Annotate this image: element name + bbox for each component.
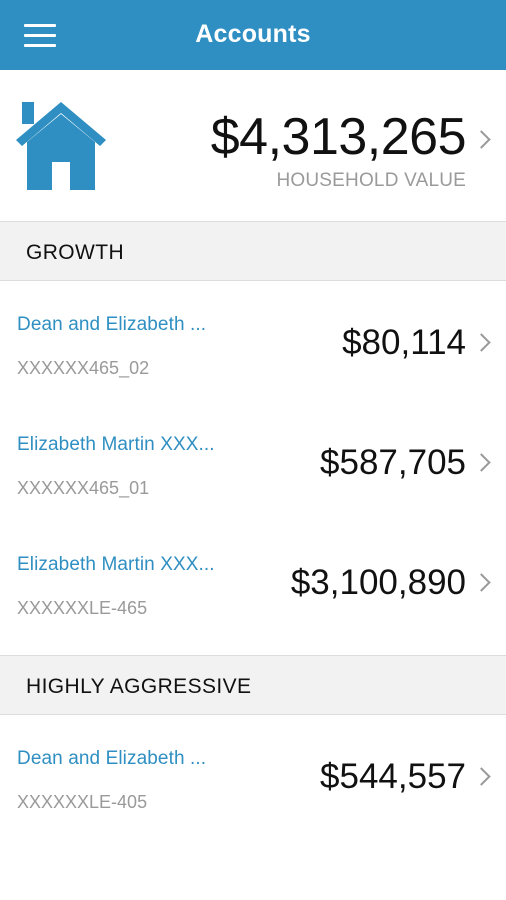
account-number: XXXXXXLE-405 — [17, 792, 148, 812]
chevron-right-icon — [472, 453, 491, 472]
account-number: XXXXXX465_02 — [17, 358, 150, 378]
account-row[interactable]: Elizabeth Martin XXX... XXXXXXLE-465 $3,… — [0, 521, 506, 641]
chevron-right-icon — [472, 333, 491, 352]
account-value: $3,100,890 — [290, 563, 466, 602]
household-value-amount: $4,313,265 — [210, 108, 467, 166]
account-value: $587,705 — [320, 443, 466, 482]
page-title: Accounts — [195, 20, 311, 48]
account-number: XXXXXXLE-465 — [17, 598, 148, 618]
chevron-right-icon — [472, 573, 491, 592]
house-icon — [16, 102, 106, 190]
chevron-right-icon — [472, 767, 491, 786]
section-header-highly-aggressive: HIGHLY AGGRESSIVE — [0, 655, 506, 715]
account-name: Dean and Elizabeth ... — [17, 748, 207, 769]
account-row[interactable]: Dean and Elizabeth ... XXXXXXLE-405 $544… — [0, 715, 506, 835]
chevron-right-icon — [472, 130, 491, 149]
account-name: Elizabeth Martin XXX... — [17, 434, 215, 455]
household-value-label: HOUSEHOLD VALUE — [276, 170, 466, 191]
account-number: XXXXXX465_01 — [17, 478, 150, 498]
section-header-growth: GROWTH — [0, 221, 506, 281]
account-row[interactable]: Elizabeth Martin XXX... XXXXXX465_01 $58… — [0, 401, 506, 521]
top-app-bar: Accounts — [0, 0, 506, 70]
account-value: $544,557 — [320, 757, 466, 796]
section-title: GROWTH — [26, 241, 125, 264]
account-name: Dean and Elizabeth ... — [17, 314, 207, 335]
household-value-row[interactable]: $4,313,265 HOUSEHOLD VALUE — [0, 70, 506, 221]
account-name: Elizabeth Martin XXX... — [17, 554, 215, 575]
account-value: $80,114 — [342, 323, 466, 362]
account-row[interactable]: Dean and Elizabeth ... XXXXXX465_02 $80,… — [0, 281, 506, 401]
section-title: HIGHLY AGGRESSIVE — [26, 675, 252, 698]
